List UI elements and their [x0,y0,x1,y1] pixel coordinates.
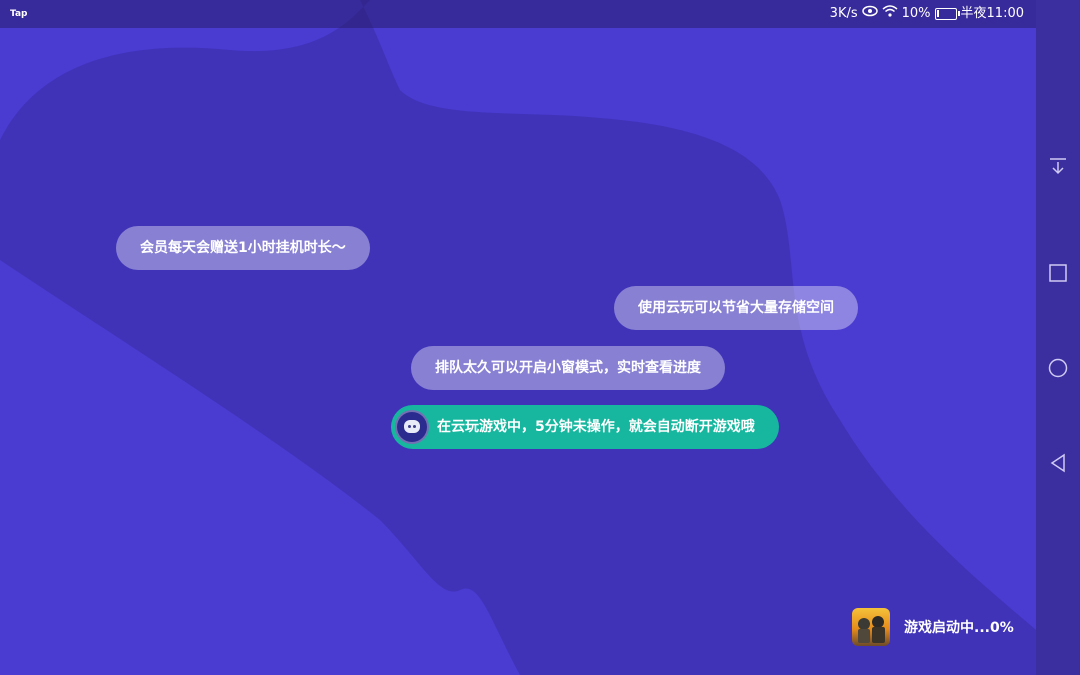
tip-text: 会员每天会赠送1小时挂机时长～ [140,240,346,256]
status-right-group: 3K/s 10% 半夜11:00 [830,0,1024,28]
wifi-icon [882,0,898,28]
clock: 半夜11:00 [960,6,1024,21]
home-icon[interactable] [1048,358,1068,378]
tip-bubble: 会员每天会赠送1小时挂机时长～ [116,226,370,270]
background-shapes [0,0,1036,675]
tip-text: 使用云玩可以节省大量存储空间 [638,300,834,316]
status-app-label: Tap [10,9,28,19]
battery-icon [934,8,960,20]
status-bar: Tap 3K/s 10% 半夜11:00 [0,0,1036,28]
download-icon[interactable] [1048,156,1068,176]
battery-percent: 10% [901,6,931,21]
recent-apps-icon[interactable] [1048,263,1068,283]
navigation-bar [1036,0,1080,675]
eye-icon [861,0,878,28]
tip-text: 排队太久可以开启小窗模式，实时查看进度 [435,360,701,376]
tip-bubble: 使用云玩可以节省大量存储空间 [614,286,858,330]
tip-bubble: 排队太久可以开启小窗模式，实时查看进度 [411,346,725,390]
tip-text: 在云玩游戏中，5分钟未操作，就会自动断开游戏哦 [437,419,755,435]
robot-avatar-icon [395,410,429,444]
game-icon [852,608,890,646]
tip-bubble-active: 在云玩游戏中，5分钟未操作，就会自动断开游戏哦 [391,405,779,449]
back-icon[interactable] [1048,453,1068,473]
launch-progress-text: 游戏启动中...0% [904,620,1014,636]
network-speed: 3K/s [829,6,858,21]
game-launch-status: 游戏启动中...0% [852,608,1014,646]
